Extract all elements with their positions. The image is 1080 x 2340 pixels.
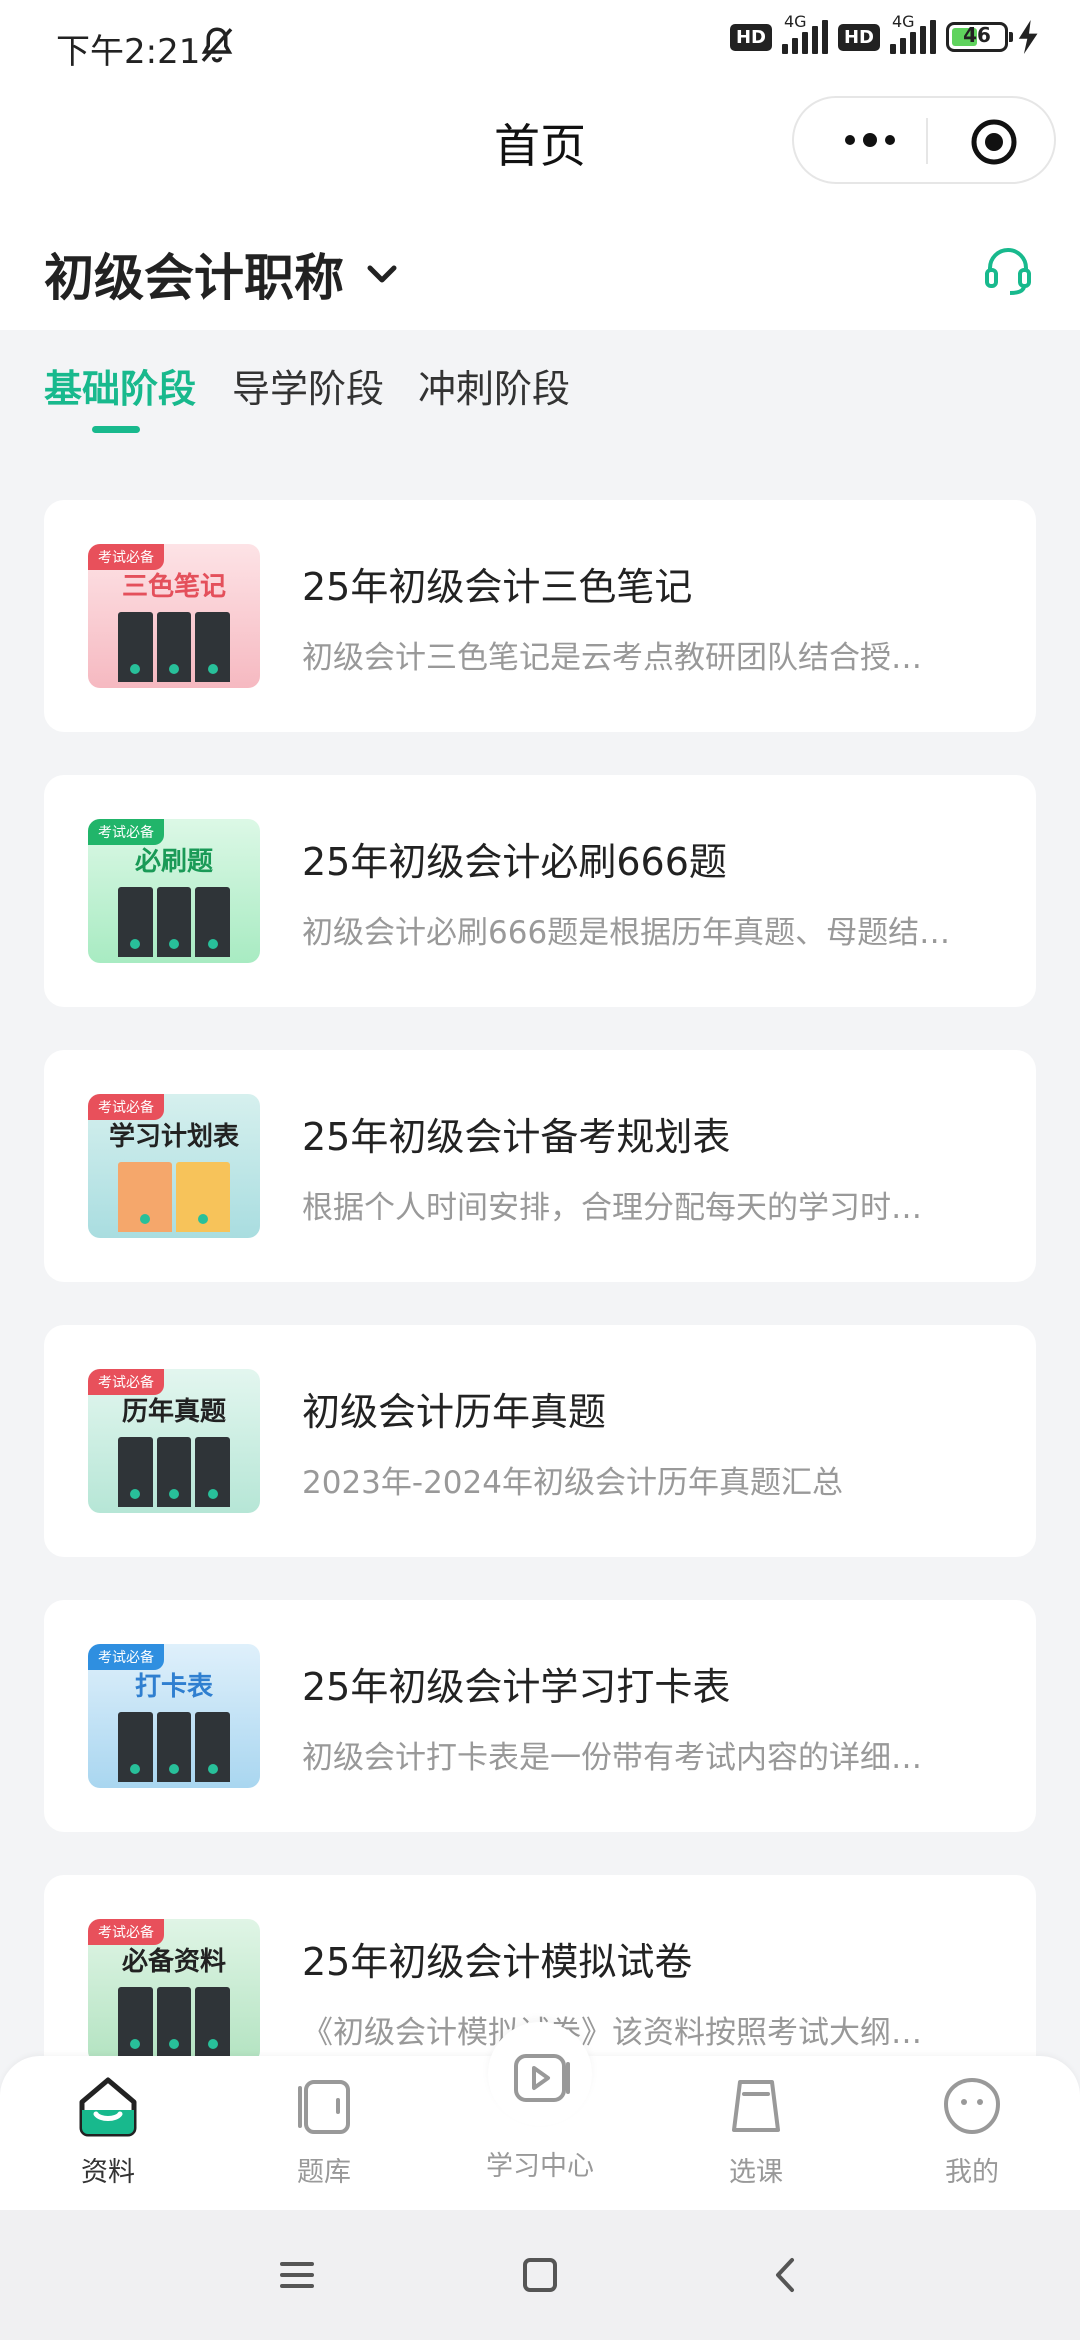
capsule-divider (926, 118, 928, 164)
exam-selector[interactable]: 初级会计职称 (44, 238, 402, 310)
tab-sprint[interactable]: 冲刺阶段 (418, 358, 570, 413)
stage-tabs: 基础阶段 导学阶段 冲刺阶段 (0, 330, 1080, 440)
tabbar-label: 我的 (945, 2157, 999, 2188)
more-icon[interactable] (830, 120, 910, 160)
resource-card[interactable]: 考试必备 学习计划表 25年初级会计备考规划表 根据个人时间安排，合理分配每天的… (44, 1050, 1036, 1282)
exam-name: 初级会计职称 (44, 249, 344, 307)
card-desc: 初级会计打卡表是一份带有考试内容的详细… (302, 1740, 922, 1776)
bag-icon (732, 2080, 780, 2132)
back-icon[interactable] (762, 2250, 812, 2300)
hd-badge: HD (729, 23, 772, 51)
thumb-title: 必刷题 (134, 847, 213, 877)
tabbar-item-learning-center[interactable]: 学习中心 (460, 2054, 620, 2210)
card-desc: 《初级会计模拟试卷》该资料按照考试大纲… (302, 2015, 922, 2051)
thumb-title: 必备资料 (121, 1947, 226, 1977)
card-desc: 2023年-2024年初级会计历年真题汇总 (302, 1465, 843, 1501)
card-title: 初级会计历年真题 (302, 1390, 607, 1434)
resource-card[interactable]: 考试必备 三色笔记 25年初级会计三色笔记 初级会计三色笔记是云考点教研团队结合… (44, 500, 1036, 732)
signal-icon: 4G (781, 12, 828, 54)
tabbar-item-courses[interactable]: 选课 (676, 2056, 836, 2210)
thumb-title: 历年真题 (121, 1397, 226, 1427)
tabbar-label: 选课 (729, 2157, 783, 2188)
chevron-down-icon (367, 265, 397, 283)
play-video-icon (514, 2054, 570, 2102)
card-title: 25年初级会计模拟试卷 (302, 1940, 693, 1984)
mini-program-capsule (792, 96, 1056, 184)
home-square-icon[interactable] (515, 2250, 565, 2300)
tabbar-item-materials[interactable]: 资料 (28, 2056, 188, 2210)
status-time: 下午2:21 (56, 32, 201, 72)
battery-icon: 46 (946, 22, 1013, 52)
resource-thumbnail: 考试必备 历年真题 (88, 1369, 260, 1513)
customer-service-icon[interactable] (980, 242, 1036, 298)
system-navigation-bar (0, 2210, 1080, 2340)
navbar: 首页 (0, 90, 1080, 220)
home-smile-icon (79, 2077, 137, 2137)
tab-basic[interactable]: 基础阶段 (44, 358, 196, 413)
card-desc: 初级会计必刷666题是根据历年真题、母题结… (302, 915, 951, 951)
face-icon (943, 2077, 1001, 2135)
card-desc: 根据个人时间安排，合理分配每天的学习时… (302, 1190, 922, 1226)
tabbar-item-question-bank[interactable]: 题库 (244, 2056, 404, 2210)
tab-intro[interactable]: 导学阶段 (232, 358, 384, 413)
tabbar-label: 学习中心 (486, 2151, 594, 2182)
status-bar: 下午2:21 HD 4G HD 4G 46 (0, 0, 1080, 90)
thumb-title: 三色笔记 (121, 572, 226, 602)
thumb-title: 学习计划表 (108, 1122, 239, 1152)
close-target-icon[interactable] (970, 118, 1018, 166)
active-tab-indicator (92, 426, 140, 433)
resource-card[interactable]: 考试必备 打卡表 25年初级会计学习打卡表 初级会计打卡表是一份带有考试内容的详… (44, 1600, 1036, 1832)
tabbar-label: 题库 (297, 2157, 351, 2188)
thumb-title: 打卡表 (134, 1672, 213, 1702)
card-title: 25年初级会计学习打卡表 (302, 1665, 731, 1709)
card-title: 25年初级会计备考规划表 (302, 1115, 731, 1159)
resource-card[interactable]: 考试必备 必刷题 25年初级会计必刷666题 初级会计必刷666题是根据历年真题… (44, 775, 1036, 1007)
resource-thumbnail: 考试必备 必刷题 (88, 819, 260, 963)
resource-card[interactable]: 考试必备 历年真题 初级会计历年真题 2023年-2024年初级会计历年真题汇总 (44, 1325, 1036, 1557)
card-desc: 初级会计三色笔记是云考点教研团队结合授… (302, 640, 922, 676)
tabbar-label: 资料 (81, 2157, 135, 2188)
card-title: 25年初级会计三色笔记 (302, 565, 693, 609)
bottom-tab-bar: 资料 题库 学习中心 选课 我的 (0, 2022, 1080, 2210)
signal-icon-2: 4G (890, 12, 936, 54)
resource-thumbnail: 考试必备 三色笔记 (88, 544, 260, 688)
battery-level: 46 (963, 23, 991, 47)
charging-icon (1018, 20, 1038, 54)
card-title: 25年初级会计必刷666题 (302, 840, 727, 884)
bell-off-icon (201, 27, 233, 63)
exam-header: 初级会计职称 (0, 220, 1080, 330)
status-indicators: HD 4G HD 4G 46 (729, 12, 1040, 54)
card-stack-icon (298, 2080, 350, 2134)
resource-thumbnail: 考试必备 学习计划表 (88, 1094, 260, 1238)
resource-thumbnail: 考试必备 打卡表 (88, 1644, 260, 1788)
tabbar-item-mine[interactable]: 我的 (892, 2056, 1052, 2210)
menu-icon[interactable] (272, 2250, 322, 2300)
resource-thumbnail: 考试必备 必备资料 (88, 1919, 260, 2063)
hd-badge-2: HD (837, 23, 880, 51)
